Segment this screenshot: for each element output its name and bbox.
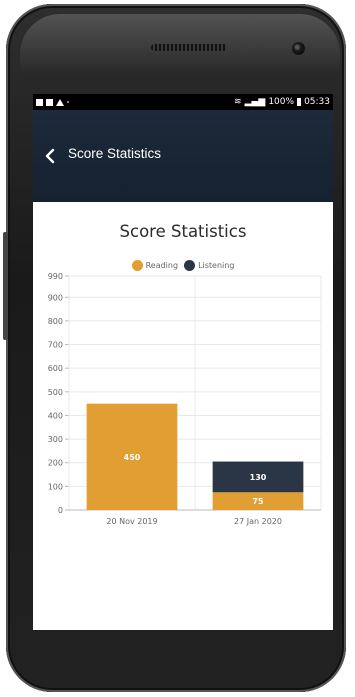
volume-button[interactable] bbox=[3, 232, 8, 340]
y-tick-label: 200 bbox=[48, 459, 63, 468]
y-tick-label: 800 bbox=[48, 317, 63, 326]
y-tick-label: 500 bbox=[48, 388, 63, 397]
y-tick-label: 700 bbox=[48, 341, 63, 350]
light-sensor bbox=[258, 44, 264, 50]
front-camera bbox=[292, 42, 305, 55]
proximity-sensor bbox=[236, 44, 245, 50]
screen: ≋ ▂▄▆ 100% 05:33 Score Statistics Score … bbox=[33, 94, 333, 630]
y-tick-label: 990 bbox=[48, 272, 63, 281]
bar-value-label: 75 bbox=[252, 497, 264, 506]
x-tick-label: 20 Nov 2019 bbox=[106, 517, 157, 526]
y-tick-label: 600 bbox=[48, 364, 63, 373]
speaker-grille bbox=[151, 44, 227, 51]
y-tick-label: 100 bbox=[48, 482, 63, 491]
y-tick-label: 0 bbox=[58, 506, 63, 515]
bar-chart: 0 100 200 300 400 500 600 700 800 900 990 450 20 Nov… bbox=[48, 272, 322, 526]
bar-value-label: 450 bbox=[124, 453, 141, 462]
bar-value-label: 130 bbox=[250, 473, 267, 482]
y-tick-label: 900 bbox=[48, 293, 63, 302]
x-tick-label: 27 Jan 2020 bbox=[234, 517, 282, 526]
y-tick-label: 300 bbox=[48, 435, 63, 444]
y-tick-label: 400 bbox=[48, 411, 63, 420]
